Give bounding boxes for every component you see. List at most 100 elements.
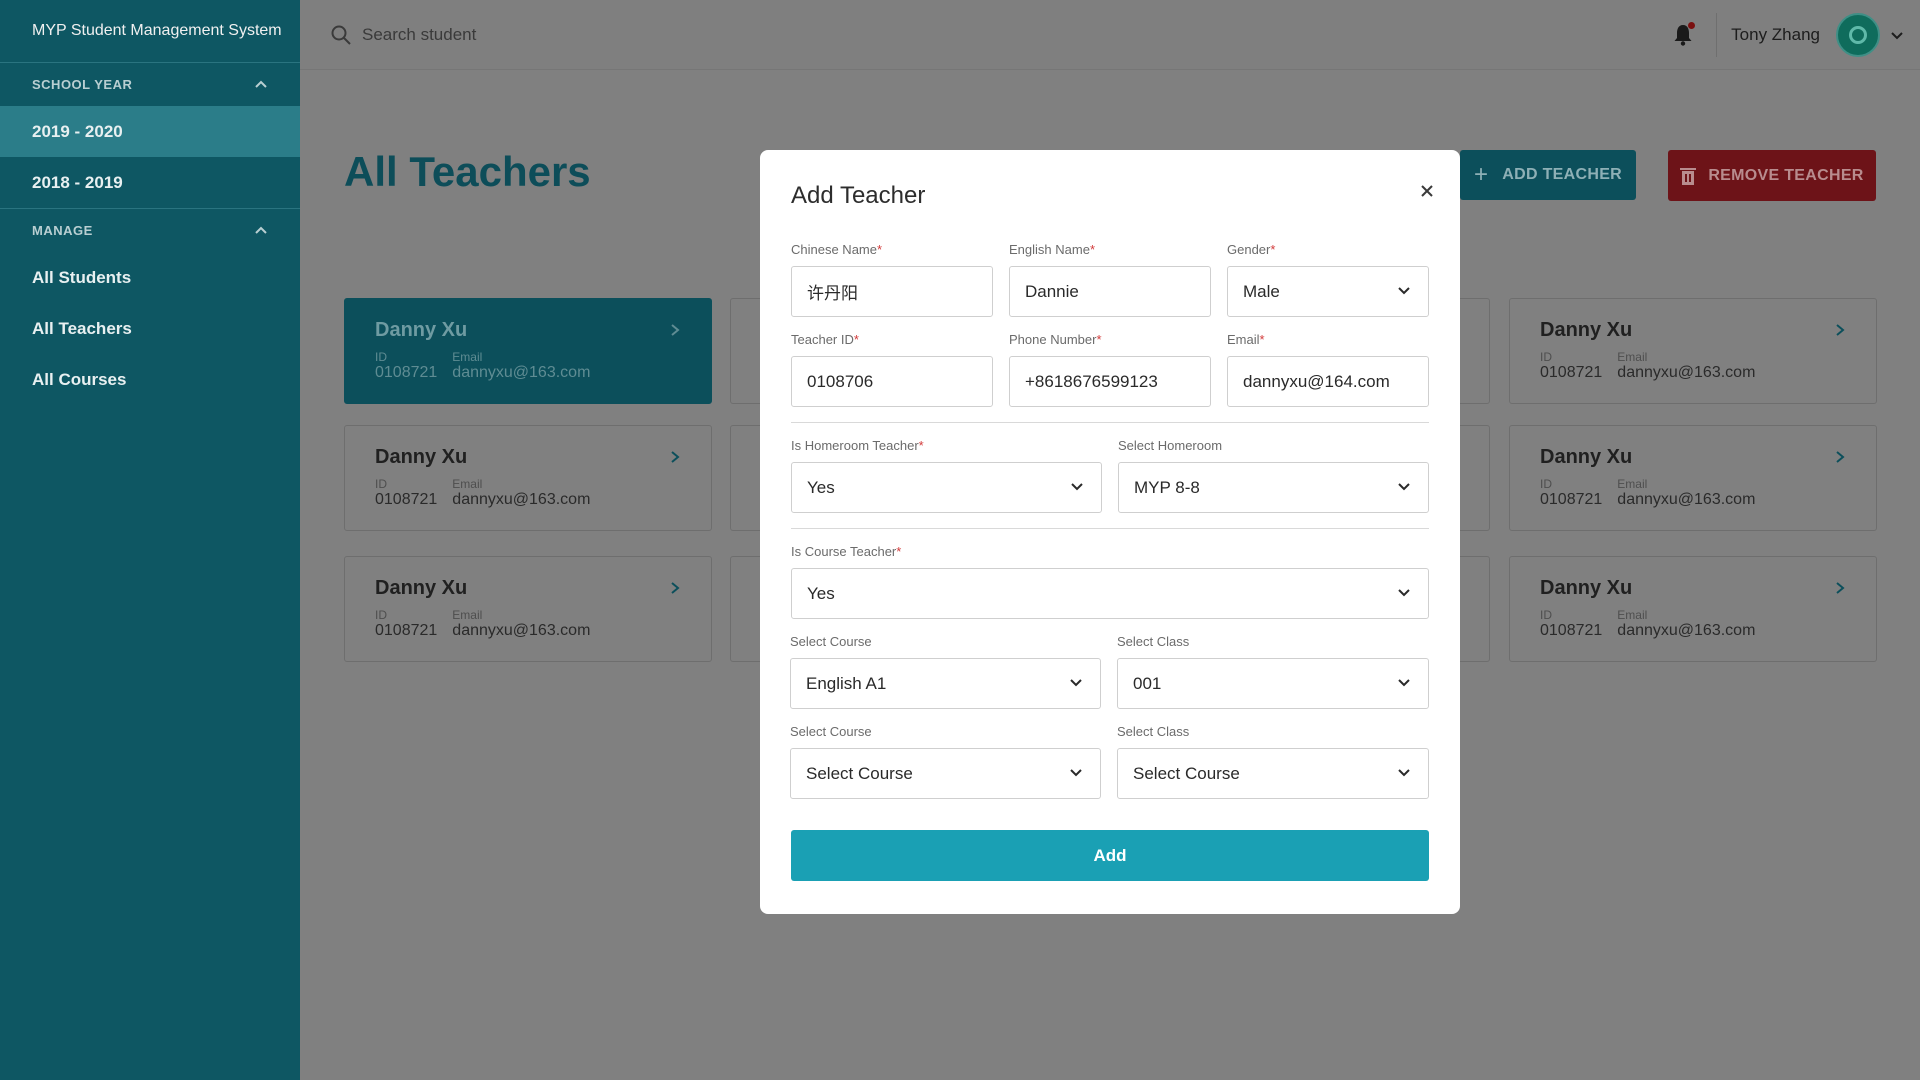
school-year-label: SCHOOL YEAR (32, 77, 133, 92)
teacher-id-field[interactable]: 0108706 (791, 356, 993, 407)
chevron-right-icon (1836, 582, 1845, 594)
add-teacher-button[interactable]: + ADD TEACHER (1460, 150, 1636, 200)
trash-icon (1680, 167, 1697, 185)
is-course-teacher-label: Is Course Teacher* (791, 544, 902, 559)
teacher-name: Danny Xu (1540, 319, 1633, 341)
email-value: dannyxu@163.com (1617, 491, 1756, 508)
chevron-up-icon (255, 80, 267, 88)
teacher-name: Danny Xu (1540, 577, 1633, 599)
phone-number-value: +8618676599123 (1025, 371, 1158, 391)
id-label: ID (1540, 477, 1552, 491)
id-value: 0108721 (1540, 364, 1603, 381)
sidebar-item-all-courses[interactable]: All Courses (0, 354, 300, 405)
gender-select[interactable]: Male (1227, 266, 1429, 317)
email-label: Email (1617, 350, 1648, 364)
sidebar-item-label: All Teachers (32, 318, 132, 338)
sidebar-item-2018-2019[interactable]: 2018 - 2019 (0, 157, 300, 208)
teacher-name: Danny Xu (375, 319, 468, 341)
class-2-value: Select Course (1133, 763, 1240, 783)
id-label: ID (375, 350, 387, 364)
is-course-teacher-value: Yes (807, 583, 835, 603)
chevron-down-icon (1070, 769, 1082, 777)
select-course-2[interactable]: Select Course (790, 748, 1101, 799)
notification-bell-icon[interactable] (1672, 22, 1696, 47)
sidebar-item-2019-2020[interactable]: 2019 - 2020 (0, 106, 300, 157)
chinese-name-field[interactable]: 许丹阳 (791, 266, 993, 317)
sidebar-item-all-teachers[interactable]: All Teachers (0, 303, 300, 354)
chevron-down-icon (1398, 287, 1410, 295)
teacher-card[interactable]: Danny Xu ID 0108721 Email dannyxu@163.com (1509, 298, 1877, 404)
gender-value: Male (1243, 281, 1280, 301)
search-placeholder: Search student (362, 24, 477, 44)
chevron-down-icon (1398, 589, 1410, 597)
teacher-card[interactable]: Danny Xu ID 0108721 Email dannyxu@163.com (1509, 556, 1877, 662)
select-class-2[interactable]: Select Course (1117, 748, 1429, 799)
email-label: Email (452, 350, 483, 364)
sidebar-item-label: 2018 - 2019 (32, 172, 123, 192)
id-label: ID (375, 608, 387, 622)
email-value: dannyxu@164.com (1243, 371, 1390, 391)
teacher-name: Danny Xu (1540, 446, 1633, 468)
sidebar-item-label: 2019 - 2020 (32, 121, 123, 141)
is-course-teacher-select[interactable]: Yes (791, 568, 1429, 619)
add-teacher-label: ADD TEACHER (1502, 166, 1623, 183)
add-button[interactable]: Add (791, 830, 1429, 881)
id-label: ID (1540, 608, 1552, 622)
select-homeroom-select[interactable]: MYP 8-8 (1118, 462, 1429, 513)
chevron-right-icon (1836, 451, 1845, 463)
manage-section-toggle[interactable]: MANAGE (0, 208, 300, 252)
email-value: dannyxu@163.com (452, 364, 591, 381)
select-course-1[interactable]: English A1 (790, 658, 1101, 709)
select-course-label: Select Course (790, 724, 872, 739)
search-input[interactable]: Search student (330, 24, 476, 46)
app-title: MYP Student Management System (32, 22, 282, 39)
user-name[interactable]: Tony Zhang (1731, 25, 1820, 45)
school-year-section-toggle[interactable]: SCHOOL YEAR (0, 62, 300, 106)
sidebar-item-label: All Courses (32, 369, 127, 389)
teacher-card[interactable]: Danny Xu ID 0108721 Email dannyxu@163.com (344, 556, 712, 662)
course-2-value: Select Course (806, 763, 913, 783)
email-label: Email (1617, 477, 1648, 491)
sidebar: MYP Student Management System SCHOOL YEA… (0, 0, 300, 1080)
select-class-label: Select Class (1117, 634, 1190, 649)
sidebar-item-all-students[interactable]: All Students (0, 252, 300, 303)
avatar[interactable] (1836, 13, 1880, 57)
phone-number-field[interactable]: +8618676599123 (1009, 356, 1211, 407)
close-icon[interactable] (1416, 180, 1438, 202)
email-field[interactable]: dannyxu@164.com (1227, 356, 1429, 407)
teacher-name: Danny Xu (375, 446, 468, 468)
english-name-value: Dannie (1025, 281, 1079, 301)
divider (791, 422, 1429, 423)
email-value: dannyxu@163.com (452, 622, 591, 639)
select-homeroom-value: MYP 8-8 (1134, 477, 1200, 497)
teacher-card[interactable]: Danny Xu ID 0108721 Email dannyxu@163.com (344, 298, 712, 404)
is-homeroom-teacher-select[interactable]: Yes (791, 462, 1102, 513)
add-teacher-modal: Add Teacher Chinese Name* 许丹阳 English Na… (760, 150, 1460, 914)
email-label: Email* (1227, 332, 1265, 347)
chevron-right-icon (671, 324, 680, 336)
chevron-down-icon (1070, 679, 1082, 687)
english-name-field[interactable]: Dannie (1009, 266, 1211, 317)
chevron-down-icon (1398, 679, 1410, 687)
email-value: dannyxu@163.com (1617, 622, 1756, 639)
select-class-1[interactable]: 001 (1117, 658, 1429, 709)
teacher-id-label: Teacher ID* (791, 332, 859, 347)
teacher-card[interactable]: Danny Xu ID 0108721 Email dannyxu@163.com (344, 425, 712, 531)
remove-teacher-label: REMOVE TEACHER (1708, 166, 1864, 184)
chevron-right-icon (671, 582, 680, 594)
select-homeroom-label: Select Homeroom (1118, 438, 1223, 453)
chevron-right-icon (671, 451, 680, 463)
teacher-card[interactable]: Danny Xu ID 0108721 Email dannyxu@163.com (1509, 425, 1877, 531)
id-value: 0108721 (1540, 622, 1603, 639)
is-homeroom-teacher-label: Is Homeroom Teacher* (791, 438, 924, 453)
teacher-name: Danny Xu (375, 577, 468, 599)
chevron-down-icon[interactable] (1890, 28, 1904, 42)
email-value: dannyxu@163.com (452, 491, 591, 508)
select-course-label: Select Course (790, 634, 872, 649)
class-1-value: 001 (1133, 673, 1162, 693)
divider (791, 528, 1429, 529)
chevron-up-icon (255, 226, 267, 234)
phone-number-label: Phone Number* (1009, 332, 1102, 347)
chevron-down-icon (1398, 483, 1410, 491)
remove-teacher-button[interactable]: REMOVE TEACHER (1668, 150, 1876, 201)
